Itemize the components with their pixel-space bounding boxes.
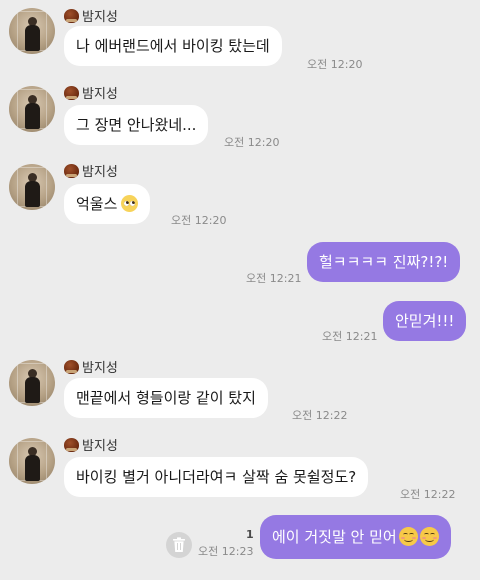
- message-time: 오전 12:21: [246, 272, 302, 285]
- message-bubble-incoming[interactable]: 억울스: [64, 184, 151, 224]
- unread-count: 1: [246, 528, 254, 541]
- message-bubble-incoming[interactable]: 맨끝에서 형들이랑 같이 탔지: [64, 378, 268, 418]
- message-text: 맨끝에서 형들이랑 같이 탔지: [76, 389, 256, 407]
- sender-name: 밤지성: [64, 83, 118, 102]
- message-bubble-outgoing[interactable]: 안믿겨!!!: [383, 301, 467, 341]
- message-time: 오전 12:21: [322, 330, 378, 343]
- sender-name: 밤지성: [64, 161, 118, 180]
- message-text: 바이킹 별거 아니더라여ㅋ 살짝 숨 못쉴정도?: [76, 468, 357, 486]
- avatar[interactable]: [9, 8, 55, 54]
- avatar[interactable]: [9, 360, 55, 406]
- message-time: 오전 12:20: [171, 214, 227, 227]
- chestnut-icon: [64, 8, 79, 23]
- chat-view[interactable]: 밤지성 나 에버랜드에서 바이킹 탔는데 오전 12:20 밤지성 그 장면 안…: [0, 0, 480, 580]
- pleading-face-icon: [121, 195, 139, 212]
- message-bubble-incoming[interactable]: 바이킹 별거 아니더라여ㅋ 살짝 숨 못쉴정도?: [64, 457, 369, 497]
- smiling-face-icon: [398, 527, 418, 546]
- chestnut-icon: [64, 163, 79, 178]
- message-text: 에이 거짓말 안 믿어: [272, 528, 397, 546]
- sender-name-label: 밤지성: [82, 361, 118, 376]
- message-time: 오전 12:20: [307, 58, 363, 71]
- trash-button[interactable]: [166, 532, 192, 558]
- chestnut-icon: [64, 437, 79, 452]
- message-time: 오전 12:22: [400, 488, 456, 501]
- message-text: 나 에버랜드에서 바이킹 탔는데: [76, 37, 270, 55]
- avatar[interactable]: [9, 438, 55, 484]
- sender-name: 밤지성: [64, 435, 118, 454]
- avatar[interactable]: [9, 164, 55, 210]
- sender-name: 밤지성: [64, 357, 118, 376]
- message-text: 억울스: [76, 195, 118, 213]
- trash-icon: [173, 537, 185, 552]
- message-bubble-outgoing[interactable]: 에이 거짓말 안 믿어: [260, 515, 451, 559]
- chestnut-icon: [64, 359, 79, 374]
- message-text: 안믿겨!!!: [395, 312, 455, 330]
- message-bubble-incoming[interactable]: 그 장면 안나왔네...: [64, 105, 209, 145]
- smiling-face-icon: [419, 527, 439, 546]
- message-time: 오전 12:22: [292, 409, 348, 422]
- chestnut-icon: [64, 85, 79, 100]
- message-text: 그 장면 안나왔네...: [76, 116, 197, 134]
- message-text: 헐ㅋㅋㅋㅋ 진짜?!?!: [319, 253, 449, 271]
- sender-name: 밤지성: [64, 6, 118, 25]
- message-time: 오전 12:20: [224, 136, 280, 149]
- sender-name-label: 밤지성: [82, 439, 118, 454]
- avatar[interactable]: [9, 86, 55, 132]
- sender-name-label: 밤지성: [82, 10, 118, 25]
- sender-name-label: 밤지성: [82, 165, 118, 180]
- message-bubble-incoming[interactable]: 나 에버랜드에서 바이킹 탔는데: [64, 26, 282, 66]
- message-bubble-outgoing[interactable]: 헐ㅋㅋㅋㅋ 진짜?!?!: [307, 242, 461, 282]
- message-time: 오전 12:23: [198, 545, 254, 558]
- sender-name-label: 밤지성: [82, 87, 118, 102]
